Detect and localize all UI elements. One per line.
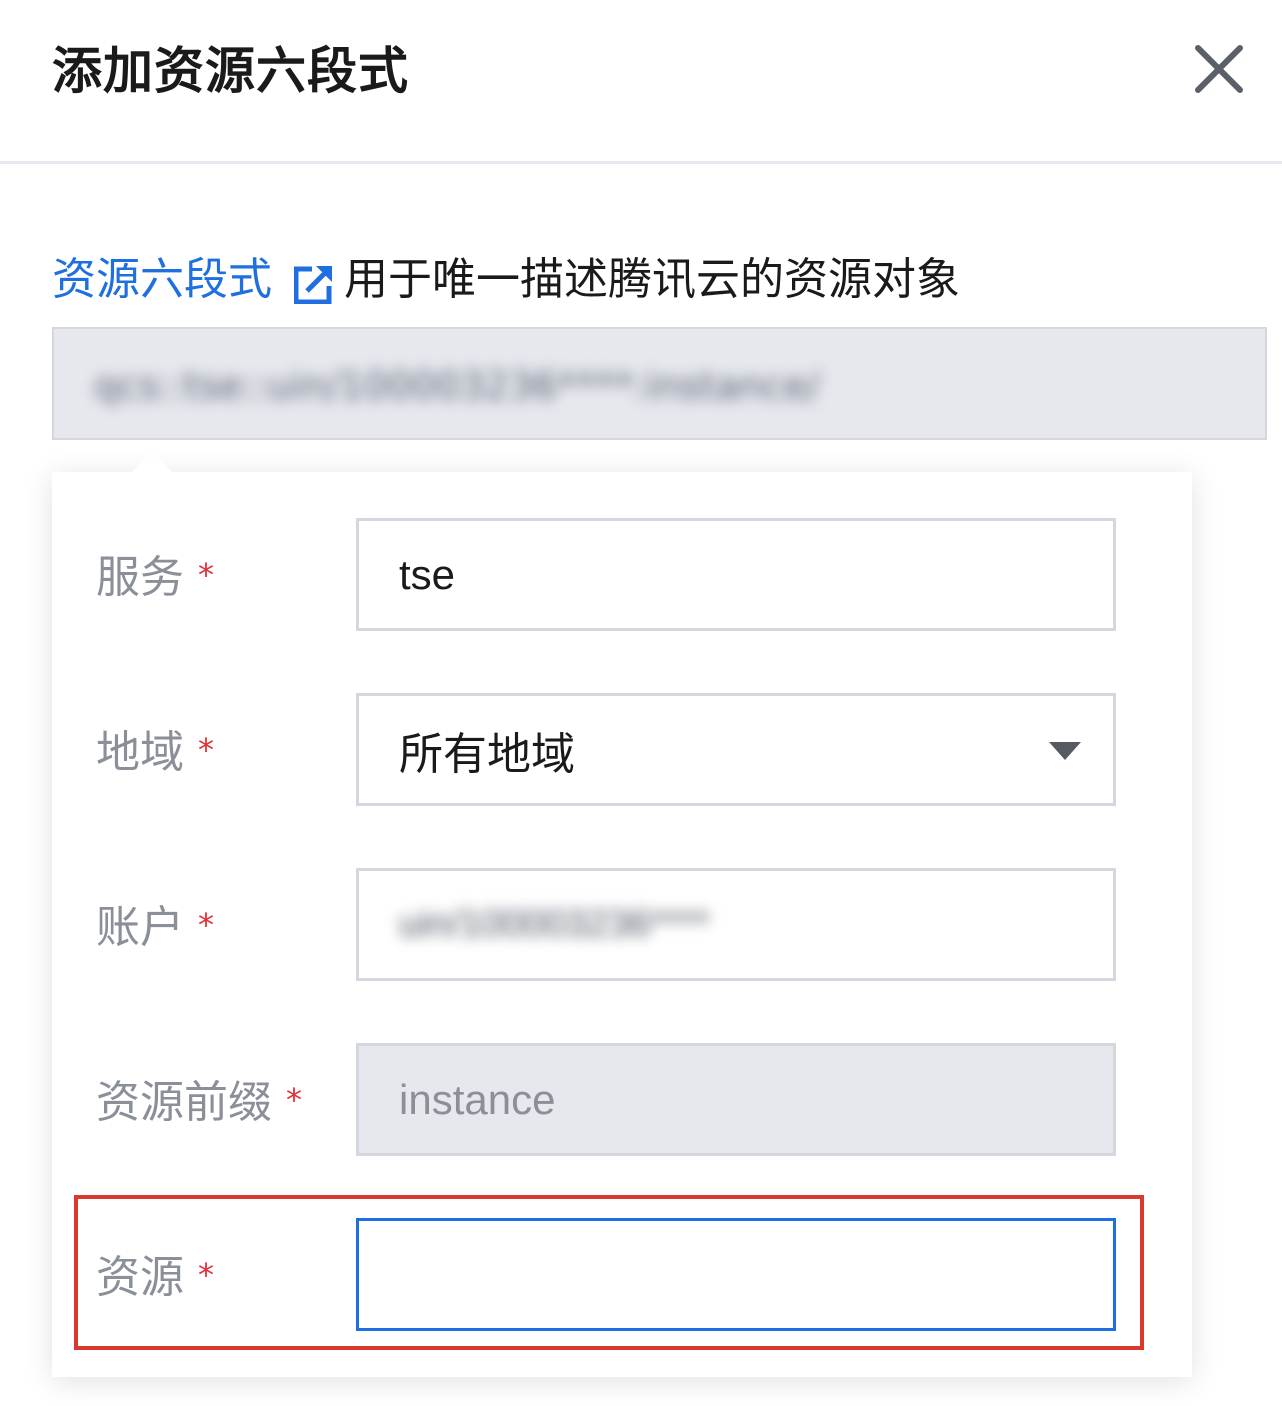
- required-mark: *: [198, 1256, 214, 1294]
- resource-prefix-input: [356, 1043, 1116, 1156]
- resource-prefix-field: [399, 1075, 1079, 1124]
- service-field[interactable]: [399, 550, 1079, 599]
- dialog: 添加资源六段式 资源六段式 用于唯一描述腾讯云的资源对象 qcs::tse::u…: [0, 0, 1282, 1406]
- resource-field[interactable]: [399, 1250, 1079, 1299]
- resource-label: 资源 *: [96, 1252, 214, 1303]
- description-text: 用于唯一描述腾讯云的资源对象: [344, 254, 960, 305]
- required-mark: *: [198, 906, 214, 944]
- close-icon: [1195, 45, 1243, 93]
- required-mark: *: [198, 731, 214, 769]
- required-mark: *: [198, 556, 214, 594]
- external-link-icon[interactable]: [293, 260, 334, 305]
- close-button[interactable]: [1188, 38, 1250, 100]
- six-segment-link[interactable]: 资源六段式: [52, 250, 272, 310]
- account-value: uin/100003236****: [399, 903, 710, 945]
- required-mark: *: [286, 1081, 302, 1119]
- region-select[interactable]: 所有地域: [356, 693, 1116, 806]
- chevron-down-icon: [1049, 742, 1081, 760]
- region-selected-value: 所有地域: [399, 729, 575, 779]
- region-label: 地域 *: [96, 727, 214, 778]
- description-row: 资源六段式 用于唯一描述腾讯云的资源对象: [52, 248, 960, 312]
- popover-arrow: [130, 452, 174, 474]
- preview-value: qcs::tse::uin/100003236****:instance/: [94, 364, 820, 408]
- dialog-header: 添加资源六段式: [0, 0, 1282, 164]
- account-label: 账户 *: [96, 902, 214, 953]
- resource-prefix-label: 资源前缀 *: [96, 1077, 302, 1128]
- account-input[interactable]: uin/100003236****: [356, 868, 1116, 981]
- dialog-title: 添加资源六段式: [52, 42, 409, 100]
- six-segment-preview: qcs::tse::uin/100003236****:instance/: [52, 327, 1267, 440]
- resource-input[interactable]: [356, 1218, 1116, 1331]
- service-input[interactable]: [356, 518, 1116, 631]
- service-label: 服务 *: [96, 552, 214, 603]
